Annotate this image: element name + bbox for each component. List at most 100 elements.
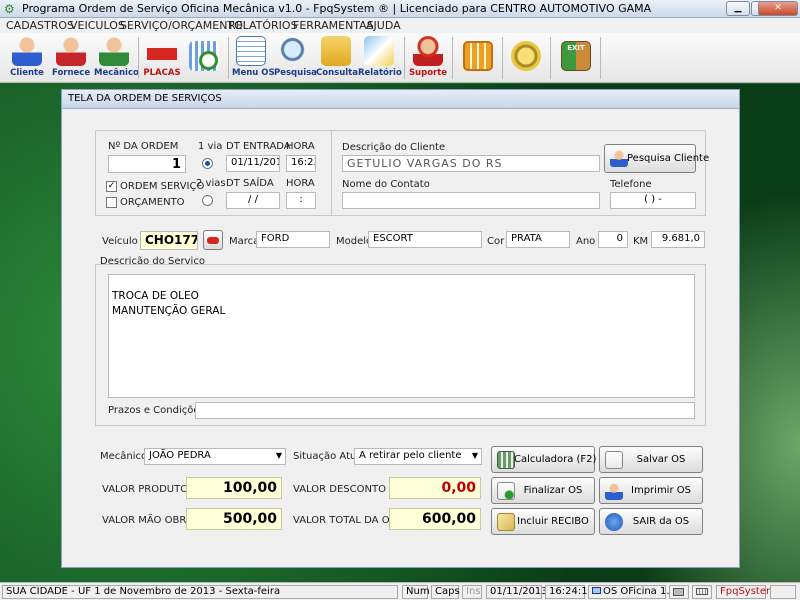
status-bar: SUA CIDADE - UF 1 de Novembro de 2013 - … bbox=[0, 582, 800, 600]
magnifier-icon bbox=[279, 36, 309, 66]
prazos-label: Prazos e Condições: bbox=[108, 405, 209, 416]
modelo-label: Modelo bbox=[336, 236, 373, 247]
km-label: KM bbox=[633, 236, 649, 247]
mecanico-label: Mecânico bbox=[100, 451, 148, 462]
agenda-button[interactable] bbox=[184, 35, 224, 81]
suporte-button[interactable]: Suporte bbox=[408, 35, 448, 81]
placa-field[interactable]: CHO1774 bbox=[140, 231, 198, 250]
status-brand: FpqSystem bbox=[716, 585, 776, 599]
exit-door-icon: EXIT bbox=[561, 41, 591, 71]
mecanico-select[interactable]: JOÃO PEDRA ▼ bbox=[144, 448, 286, 465]
dt-entrada-field[interactable]: 01/11/2013 bbox=[226, 155, 280, 172]
status-date: 01/11/2013 bbox=[486, 585, 548, 599]
close-button[interactable]: ✕ bbox=[758, 1, 798, 16]
valor-produtos-label: VALOR PRODUTOS bbox=[102, 484, 195, 495]
exit-button[interactable]: EXIT bbox=[556, 35, 596, 81]
via1-radio[interactable] bbox=[202, 158, 213, 169]
valor-produtos-field[interactable]: 100,00 bbox=[186, 477, 282, 499]
marca-field[interactable]: FORD bbox=[256, 231, 330, 248]
status-caps: Caps bbox=[431, 585, 460, 599]
ano-label: Ano bbox=[576, 236, 596, 247]
calculator-button[interactable] bbox=[458, 35, 498, 81]
toolbar: Cliente Fornece Mecânico PLACAS Menu OS … bbox=[0, 33, 800, 83]
imprimir-os-button[interactable]: Imprimir OS bbox=[599, 477, 703, 504]
orcamento-checkbox[interactable] bbox=[106, 197, 117, 208]
valor-mao-obra-label: VALOR MÃO OBRA bbox=[102, 515, 193, 526]
order-number-label: Nº DA ORDEM bbox=[108, 141, 179, 152]
ano-field[interactable]: 0 bbox=[598, 231, 628, 248]
keyboard-icon[interactable] bbox=[692, 585, 712, 599]
supplier-icon bbox=[56, 36, 86, 66]
status-num: Num bbox=[402, 585, 430, 599]
menu-veiculos[interactable]: VEICULOS bbox=[70, 19, 125, 32]
fornece-button[interactable]: Fornece bbox=[52, 35, 90, 81]
cor-label: Cor bbox=[487, 236, 505, 247]
service-line: MANUTENÇÃO GERAL bbox=[112, 305, 226, 317]
notepad-icon bbox=[236, 36, 266, 66]
valor-mao-obra-field[interactable]: 500,00 bbox=[186, 508, 282, 530]
status-empty-pane bbox=[770, 585, 796, 599]
calendar-clock-icon bbox=[189, 41, 219, 71]
menu-relatorios[interactable]: RELATÓRIOS bbox=[228, 19, 298, 32]
status-time: 16:24:12 bbox=[545, 585, 594, 599]
status-city-date: SUA CIDADE - UF 1 de Novembro de 2013 - … bbox=[2, 585, 398, 599]
car-icon bbox=[207, 237, 219, 244]
hora-saida-field[interactable]: : bbox=[286, 192, 316, 209]
dt-saida-field[interactable]: / / bbox=[226, 192, 280, 209]
receipt-icon bbox=[497, 513, 515, 531]
veiculo-label: Veículo bbox=[102, 236, 138, 247]
menu-ferramentas[interactable]: FERRAMENTAS bbox=[293, 19, 374, 32]
window-title: Programa Ordem de Serviço Oficina Mecâni… bbox=[22, 2, 652, 15]
hora-entrada-field[interactable]: 16:23 bbox=[286, 155, 316, 172]
modelo-field[interactable]: ESCORT bbox=[368, 231, 482, 248]
user-print-icon bbox=[605, 482, 623, 500]
mecanico-value: JOÃO PEDRA bbox=[149, 450, 211, 461]
marca-label: Marca bbox=[229, 236, 260, 247]
cor-field[interactable]: PRATA bbox=[506, 231, 570, 248]
report-icon bbox=[364, 36, 394, 66]
ordem-servico-checkbox[interactable]: ✓ bbox=[106, 181, 117, 192]
consulta-button[interactable]: Consulta bbox=[316, 35, 358, 81]
via2-radio[interactable] bbox=[202, 195, 213, 206]
vehicle-lookup-button[interactable] bbox=[203, 230, 223, 250]
cliente-button[interactable]: Cliente bbox=[8, 35, 46, 81]
menu-servico-orcamento[interactable]: SERVIÇO/ORÇAMENTO bbox=[120, 19, 243, 32]
finalizar-os-button[interactable]: Finalizar OS bbox=[491, 477, 595, 504]
situacao-select[interactable]: A retirar pelo cliente ▼ bbox=[354, 448, 482, 465]
client-name-field[interactable]: GETULIO VARGAS DO RS bbox=[342, 155, 600, 172]
status-app-version: OS OFicina 1.0 bbox=[588, 585, 676, 599]
contact-field[interactable] bbox=[342, 192, 600, 209]
sair-os-button[interactable]: SAIR da OS bbox=[599, 508, 703, 535]
prazos-field[interactable] bbox=[195, 402, 695, 419]
menu-bar: CADASTROS VEICULOS SERVIÇO/ORÇAMENTO REL… bbox=[0, 18, 800, 33]
placas-button[interactable]: PLACAS bbox=[142, 35, 182, 81]
minimize-button[interactable]: ▁ bbox=[726, 1, 750, 16]
document-add-icon bbox=[605, 451, 623, 469]
calculadora-button[interactable]: Calculadora (F2) bbox=[491, 446, 596, 473]
pesquisa-button[interactable]: Pesquisa bbox=[274, 35, 317, 81]
monitor-icon bbox=[592, 587, 601, 594]
mecanico-button[interactable]: Mecânico bbox=[94, 35, 139, 81]
dt-entrada-label: DT ENTRADA bbox=[226, 141, 291, 152]
salvar-os-button[interactable]: Salvar OS bbox=[599, 446, 703, 473]
printer-icon[interactable] bbox=[669, 585, 689, 599]
valor-desconto-field[interactable]: 0,00 bbox=[389, 477, 481, 499]
ordem-servico-label: ORDEM SERVIÇO bbox=[120, 181, 205, 192]
incluir-recibo-button[interactable]: Incluir RECIBO bbox=[491, 508, 595, 535]
money-button[interactable] bbox=[506, 35, 546, 81]
menu-ajuda[interactable]: AJUDA bbox=[366, 19, 401, 32]
toolbar-separator bbox=[138, 37, 139, 79]
phone-label: Telefone bbox=[610, 179, 652, 190]
order-number-field[interactable]: 1 bbox=[108, 155, 186, 173]
situacao-value: A retirar pelo cliente bbox=[359, 450, 462, 461]
search-client-button[interactable]: Pesquisa Cliente bbox=[604, 144, 709, 173]
service-description-textarea[interactable]: TROCA DE OLEO MANUTENÇÃO GERAL bbox=[108, 274, 695, 398]
km-field[interactable]: 9.681,0 bbox=[651, 231, 705, 248]
calculator-icon bbox=[463, 41, 493, 71]
form-title: TELA DA ORDEM DE SERVIÇOS bbox=[62, 90, 739, 109]
valor-total-field: 600,00 bbox=[389, 508, 481, 530]
relatorio-button[interactable]: Relatório bbox=[358, 35, 402, 81]
phone-field[interactable]: ( ) - bbox=[610, 192, 696, 209]
menu-cadastros[interactable]: CADASTROS bbox=[6, 19, 74, 32]
menu-os-button[interactable]: Menu OS bbox=[232, 35, 275, 81]
